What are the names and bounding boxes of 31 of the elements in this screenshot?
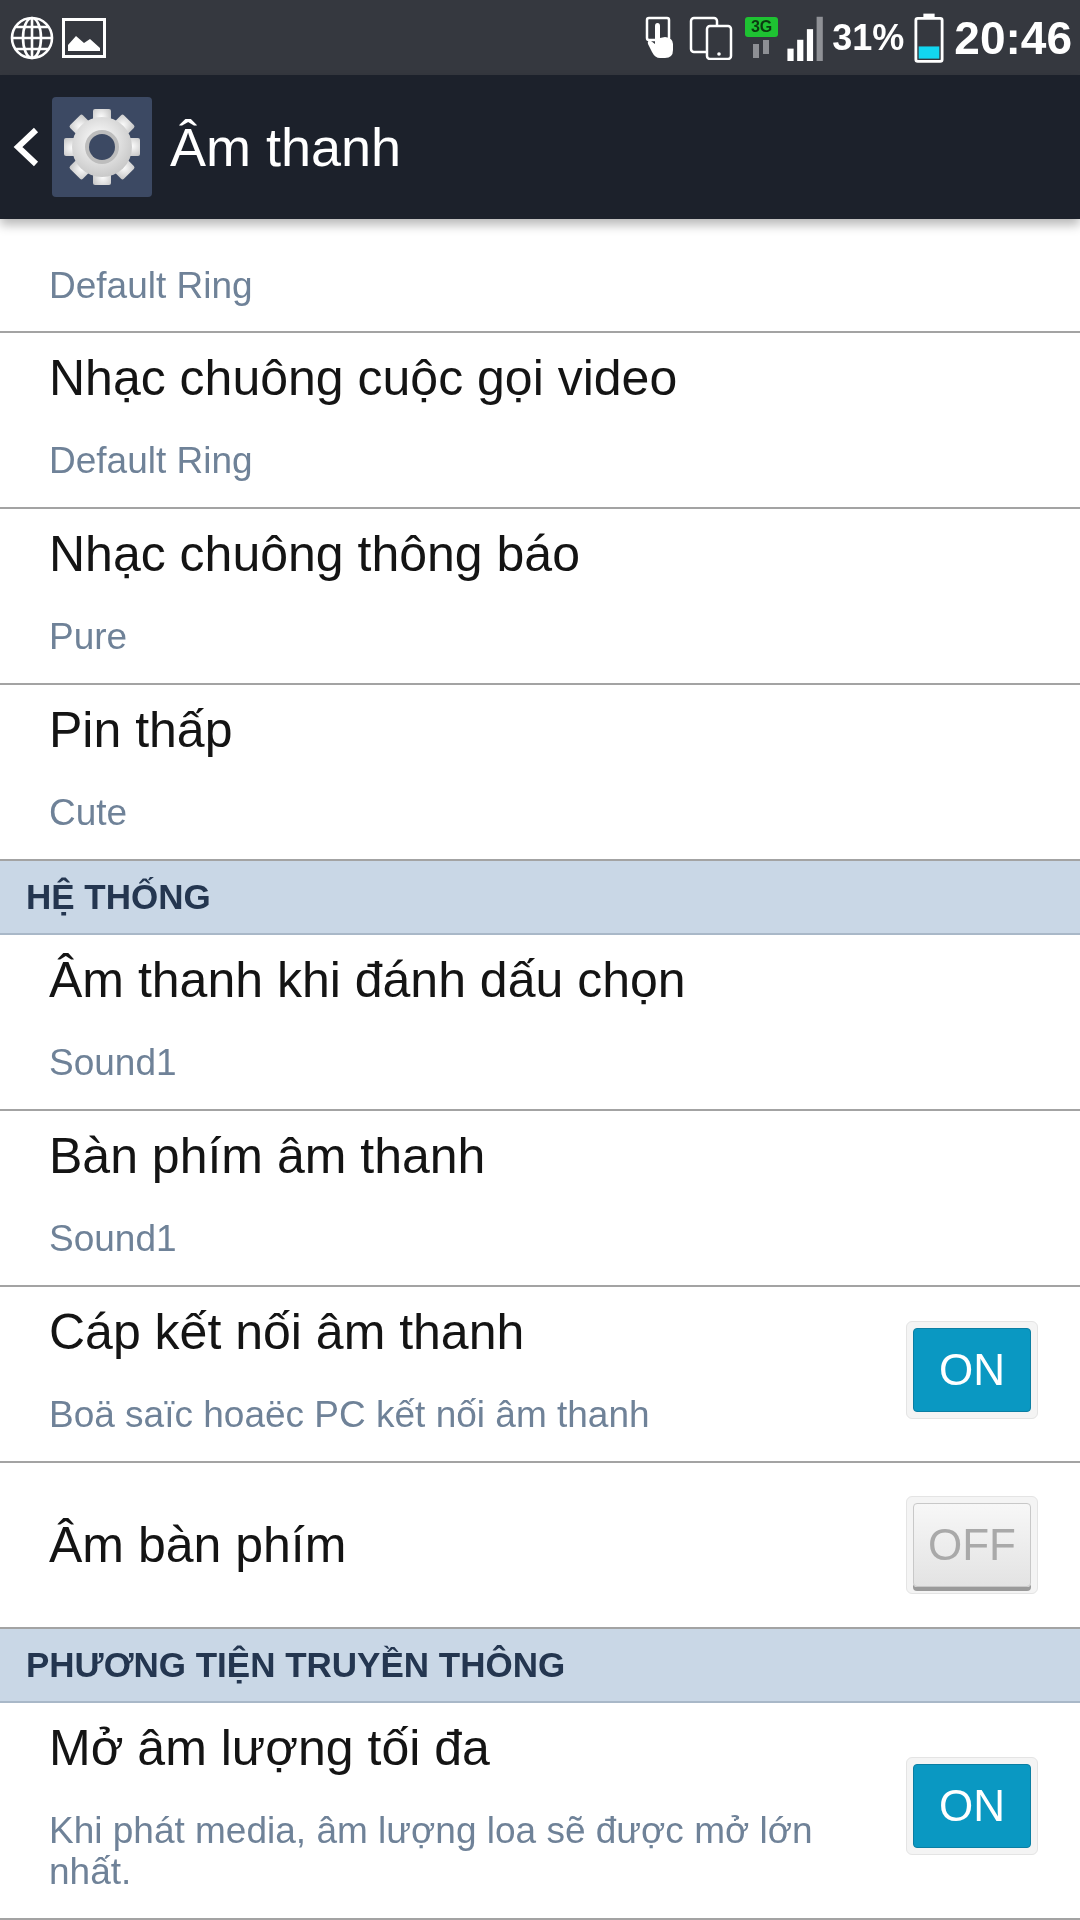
section-header: HỆ THỐNG — [0, 861, 1080, 935]
setting-title: Mở âm lượng tối đa — [49, 1720, 491, 1776]
setting-title: Nhạc chuông cuộc gọi video — [49, 350, 679, 406]
toggle-switch[interactable]: ON — [906, 1320, 1038, 1419]
battery-percent: 31% — [832, 16, 905, 59]
setting-summary: Default Ring — [49, 440, 254, 481]
network-type-badge: 3G — [744, 17, 779, 37]
back-icon[interactable] — [12, 127, 40, 167]
setting-title: Bàn phím âm thanh — [49, 1128, 487, 1184]
setting-summary: Sound1 — [49, 1218, 178, 1259]
screen-title: Âm thanh — [170, 116, 402, 178]
setting-summary: Sound1 — [49, 1042, 178, 1083]
section-header: PHƯƠNG TIỆN TRUYỀN THÔNG — [0, 1629, 1080, 1703]
setting-summary: Pure — [49, 616, 129, 657]
setting-title: Nhạc chuông thông báo — [49, 526, 581, 582]
clock-time: 20:46 — [954, 10, 1072, 65]
setting-summary: Default Ring — [49, 265, 254, 306]
toggle-switch[interactable]: OFF — [906, 1496, 1038, 1594]
setting-summary: Cute — [49, 792, 129, 833]
setting-title: Pin thấp — [49, 702, 234, 758]
setting-title: Âm bàn phím — [49, 1517, 348, 1573]
setting-title: Cáp kết nối âm thanh — [49, 1304, 526, 1360]
settings-gear-icon[interactable] — [52, 97, 152, 197]
setting-summary: Khi phát media, âm lượng loa sẽ được mở lớn nhất. — [49, 1810, 814, 1892]
toggle-switch[interactable]: ON — [906, 1757, 1038, 1855]
battery-icon — [914, 11, 945, 64]
setting-title: Âm thanh khi đánh dấu chọn — [49, 952, 687, 1008]
devices-icon — [688, 15, 733, 60]
globe-icon — [10, 15, 54, 60]
setting-summary: Boä saïc hoaëc PC kết nối âm thanh — [49, 1394, 651, 1435]
image-icon — [62, 17, 106, 58]
